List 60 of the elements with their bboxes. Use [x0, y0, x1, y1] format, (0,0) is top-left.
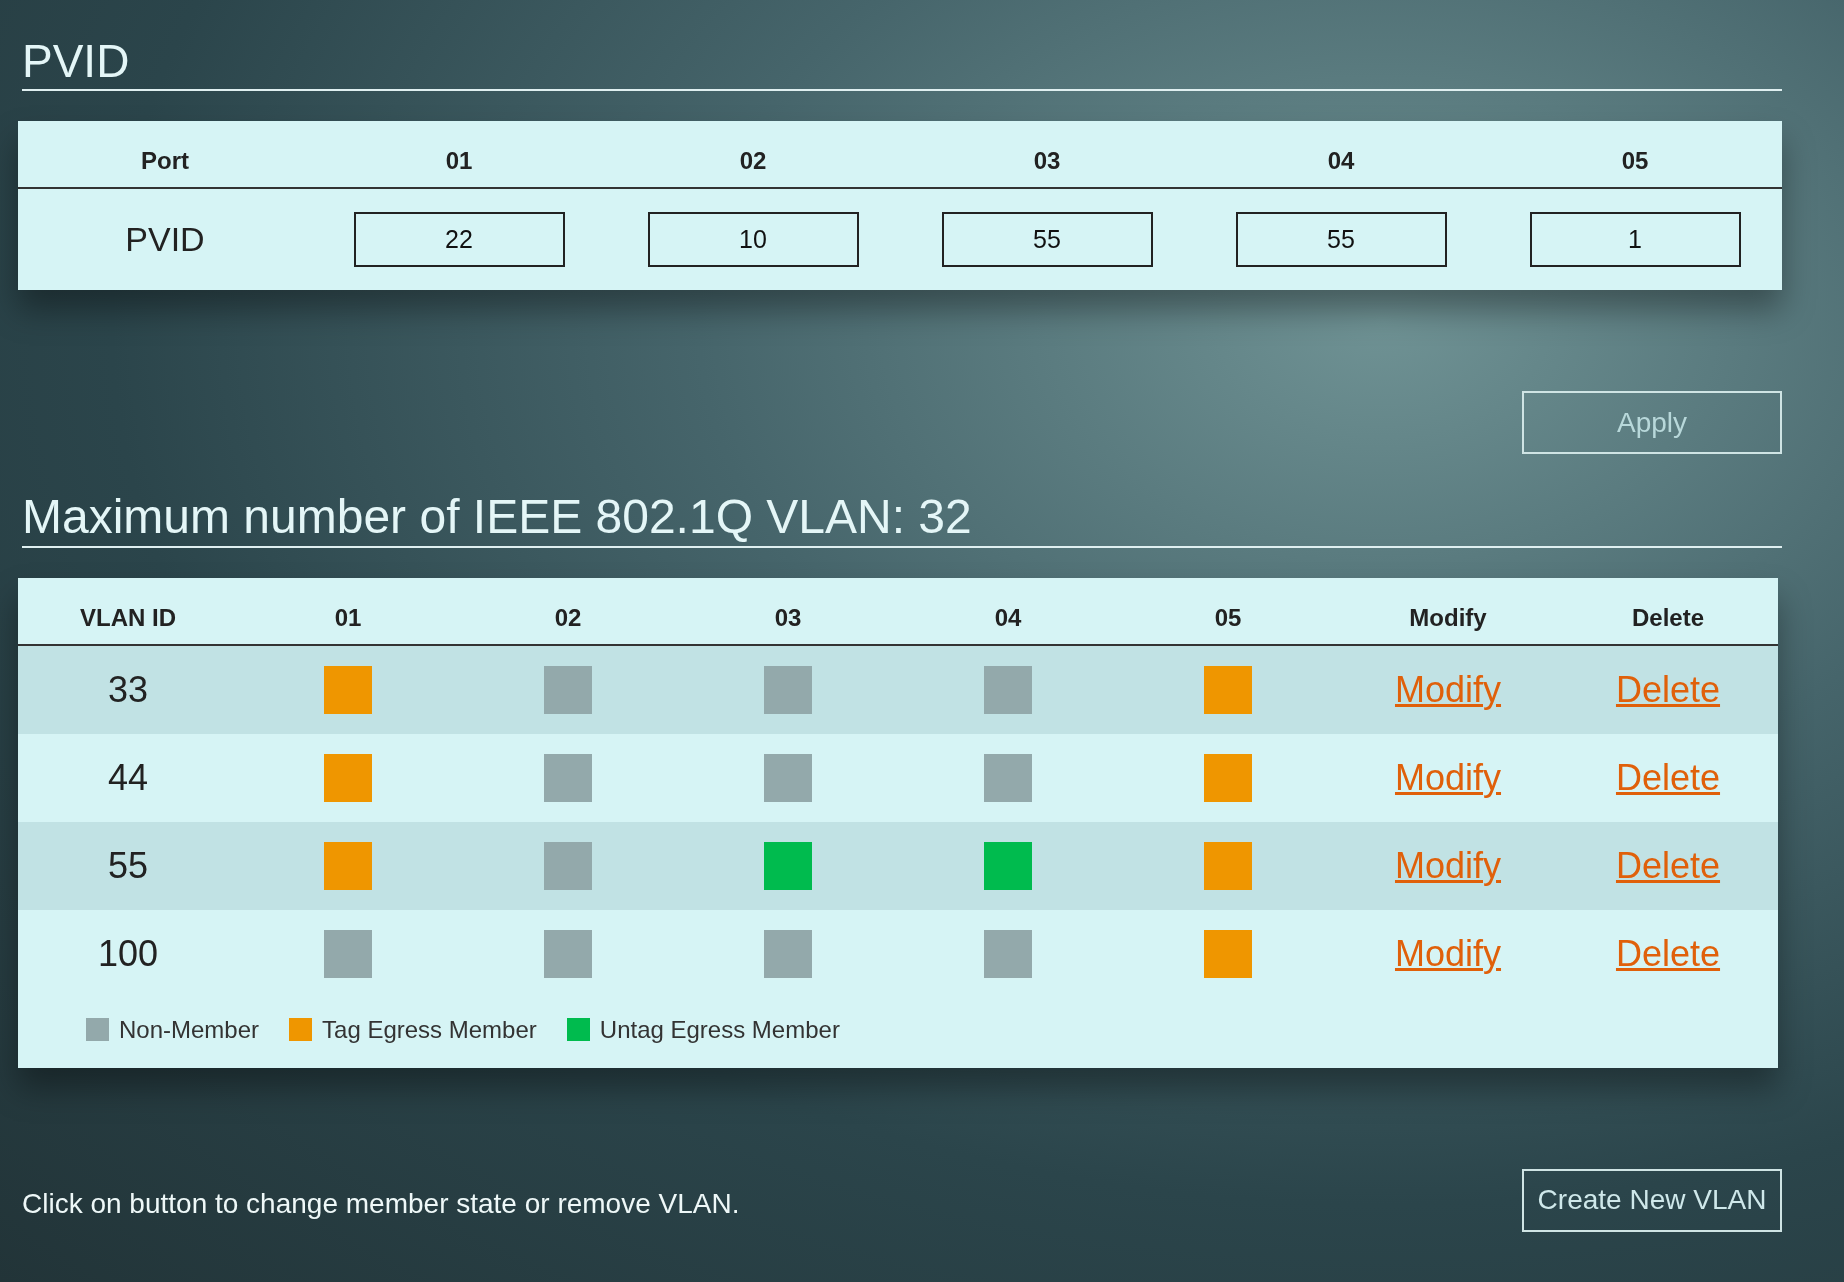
legend-label: Untag Egress Member	[599, 1014, 840, 1045]
column-header: 02	[739, 146, 767, 177]
pvid-input[interactable]: 55	[941, 212, 1153, 268]
member-state-square[interactable]	[1204, 753, 1252, 802]
member-state-square[interactable]	[324, 665, 372, 714]
member-state-square[interactable]	[984, 665, 1032, 714]
row-label: PVID	[125, 219, 205, 261]
column-header: 01	[445, 146, 473, 177]
modify-link[interactable]: Modify	[1395, 838, 1501, 893]
pvid-input[interactable]: 1	[1529, 212, 1741, 268]
section-title: Maximum number of IEEE 802.1Q VLAN: 32	[22, 489, 972, 546]
member-state-square[interactable]	[1204, 929, 1252, 978]
column-header: Port	[141, 146, 189, 177]
modify-link[interactable]: Modify	[1395, 926, 1501, 981]
column-header: VLAN ID	[80, 602, 176, 633]
column-header: 05	[1621, 146, 1649, 177]
column-header: 04	[994, 602, 1022, 633]
member-state-square[interactable]	[544, 841, 592, 890]
apply-button[interactable]: Apply	[1522, 391, 1782, 455]
delete-link[interactable]: Delete	[1615, 838, 1721, 893]
member-state-square[interactable]	[544, 929, 592, 978]
vlan-id: 44	[107, 755, 148, 800]
member-state-square[interactable]	[1204, 841, 1252, 890]
pvid-input[interactable]: 22	[353, 212, 565, 268]
modify-link[interactable]: Modify	[1395, 662, 1501, 717]
member-state-square[interactable]	[544, 665, 592, 714]
member-state-square[interactable]	[324, 841, 372, 890]
column-header: 03	[774, 602, 802, 633]
delete-link[interactable]: Delete	[1615, 926, 1721, 981]
column-header: 05	[1214, 602, 1242, 633]
member-state-square[interactable]	[984, 929, 1032, 978]
legend-label: Tag Egress Member	[322, 1014, 537, 1045]
member-state-square[interactable]	[764, 753, 812, 802]
delete-link[interactable]: Delete	[1615, 750, 1721, 805]
pvid-input[interactable]: 55	[1235, 212, 1447, 268]
legend-label: Non-Member	[119, 1014, 260, 1045]
modify-link[interactable]: Modify	[1395, 750, 1501, 805]
member-state-square[interactable]	[324, 929, 372, 978]
column-header: Modify	[1409, 602, 1487, 633]
member-state-square[interactable]	[544, 753, 592, 802]
column-header: 01	[334, 602, 362, 633]
member-state-square[interactable]	[984, 753, 1032, 802]
member-state-square[interactable]	[764, 929, 812, 978]
column-header: 02	[554, 602, 582, 633]
section-title: PVID	[22, 34, 130, 89]
pvid-input[interactable]: 10	[647, 212, 859, 268]
member-state-square[interactable]	[984, 841, 1032, 890]
hint-text: Click on button to change member state or remove VLAN.	[22, 1187, 740, 1222]
column-header: Delete	[1631, 602, 1704, 633]
vlan-id: 100	[97, 931, 159, 976]
column-header: 04	[1327, 146, 1355, 177]
member-state-square[interactable]	[324, 753, 372, 802]
vlan-id: 33	[107, 667, 148, 712]
vlan-id: 55	[107, 843, 148, 888]
member-state-square[interactable]	[1204, 665, 1252, 714]
create-vlan-button[interactable]: Create New VLAN	[1522, 1168, 1782, 1232]
delete-link[interactable]: Delete	[1615, 662, 1721, 717]
column-header: 03	[1033, 146, 1061, 177]
member-state-square[interactable]	[764, 665, 812, 714]
member-state-square[interactable]	[764, 841, 812, 890]
